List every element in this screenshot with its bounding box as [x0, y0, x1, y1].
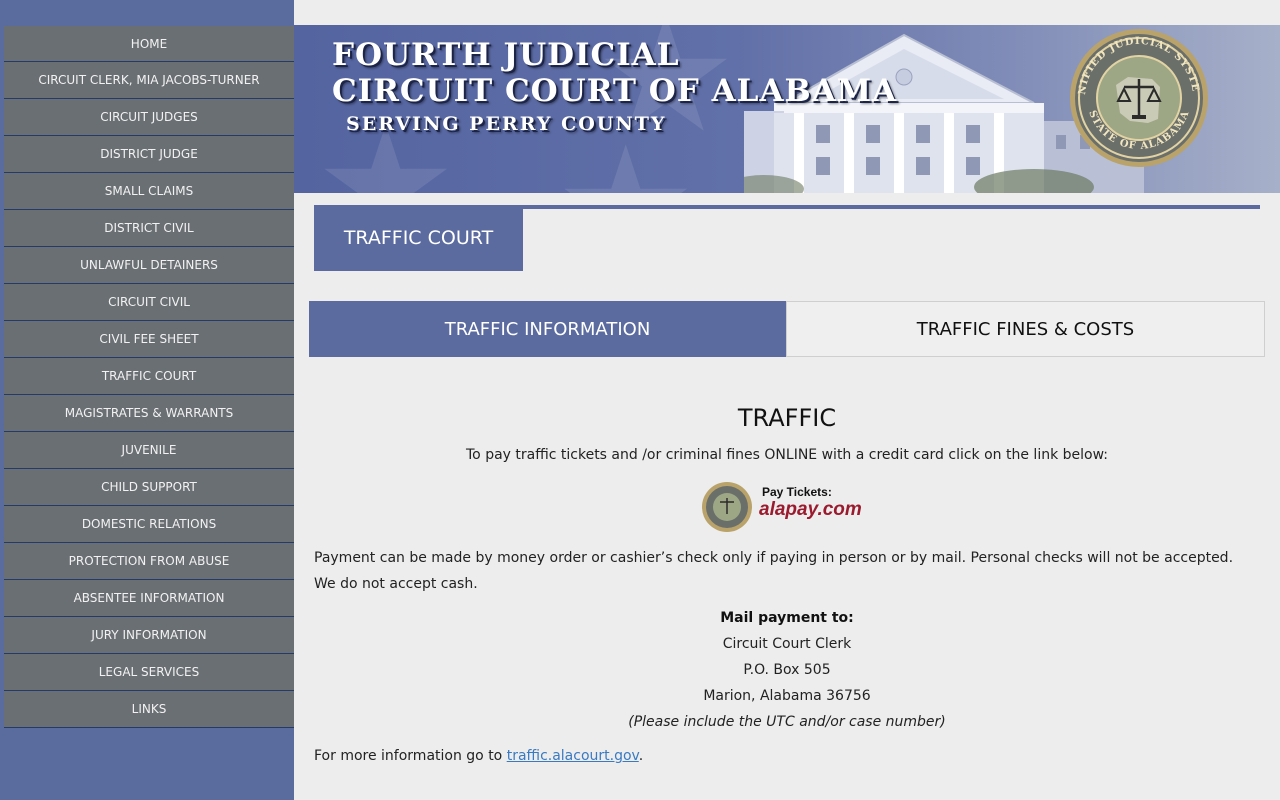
nav-item-district-civil[interactable]: DISTRICT CIVIL	[4, 210, 294, 247]
header-banner: ★ ★ ★	[294, 25, 1280, 193]
banner-subtitle: SERVING PERRY COUNTY	[346, 113, 667, 135]
banner-title-line-2: CIRCUIT COURT OF ALABAMA	[332, 73, 898, 109]
alapay-logo-text: alapay.com	[759, 499, 862, 520]
nav-item-links[interactable]: LINKS	[4, 691, 294, 728]
nav-item-child-support[interactable]: CHILD SUPPORT	[4, 469, 294, 506]
nav-item-district-judge[interactable]: DISTRICT JUDGE	[4, 136, 294, 173]
banner-title: FOURTH JUDICIAL CIRCUIT COURT OF ALABAMA…	[332, 37, 897, 135]
payment-note: Payment can be made by money order or ca…	[314, 550, 1234, 592]
nav-item-civil-fee-sheet[interactable]: CIVIL FEE SHEET	[4, 321, 294, 358]
banner-title-line-1: FOURTH JUDICIAL	[332, 37, 680, 73]
pay-tickets-label: Pay Tickets:	[762, 485, 832, 499]
nav-item-home[interactable]: HOME	[4, 26, 294, 62]
sidebar-nav: HOME CIRCUIT CLERK, MIA JACOBS-TURNER CI…	[4, 26, 294, 728]
mail-note: (Please include the UTC and/or case numb…	[628, 714, 946, 730]
mail-address-line-1: Circuit Court Clerk	[722, 636, 852, 652]
nav-item-magistrates-warrants[interactable]: MAGISTRATES & WARRANTS	[4, 395, 294, 432]
nav-item-absentee-information[interactable]: ABSENTEE INFORMATION	[4, 580, 294, 617]
nav-item-small-claims[interactable]: SMALL CLAIMS	[4, 173, 294, 210]
more-info-prefix: For more information go to	[314, 748, 507, 764]
traffic-alacourt-link[interactable]: traffic.alacourt.gov	[507, 748, 639, 764]
tab-traffic-information[interactable]: TRAFFIC INFORMATION	[309, 301, 786, 357]
nav-item-circuit-judges[interactable]: CIRCUIT JUDGES	[4, 99, 294, 136]
mail-address-line-2: P.O. Box 505	[743, 662, 831, 678]
page-heading: TRAFFIC	[737, 404, 837, 432]
unified-judicial-system-seal: UNIFIED JUDICIAL SYSTEM STATE OF ALABAMA	[1068, 27, 1208, 167]
sidebar: HOME CIRCUIT CLERK, MIA JACOBS-TURNER CI…	[0, 0, 294, 800]
nav-item-protection-from-abuse[interactable]: PROTECTION FROM ABUSE	[4, 543, 294, 580]
tab-traffic-fines-costs[interactable]: TRAFFIC FINES & COSTS	[786, 301, 1265, 357]
more-info-suffix: .	[638, 748, 644, 764]
nav-item-legal-services[interactable]: LEGAL SERVICES	[4, 654, 294, 691]
nav-item-juvenile[interactable]: JUVENILE	[4, 432, 294, 469]
nav-item-circuit-civil[interactable]: CIRCUIT CIVIL	[4, 284, 294, 321]
pay-online-intro: To pay traffic tickets and /or criminal …	[466, 447, 1108, 463]
nav-item-traffic-court[interactable]: TRAFFIC COURT	[4, 358, 294, 395]
mail-payment-heading: Mail payment to:	[720, 610, 854, 626]
section-title: TRAFFIC COURT	[314, 205, 523, 271]
star-decoration: ★	[554, 125, 697, 194]
alapay-pay-tickets-link[interactable]: Pay Tickets: alapay.com	[700, 480, 878, 534]
nav-item-domestic-relations[interactable]: DOMESTIC RELATIONS	[4, 506, 294, 543]
nav-item-jury-information[interactable]: JURY INFORMATION	[4, 617, 294, 654]
mail-address-line-3: Marion, Alabama 36756	[703, 688, 871, 704]
tab-bar: TRAFFIC INFORMATION TRAFFIC FINES & COST…	[309, 301, 1265, 357]
nav-item-unlawful-detainers[interactable]: UNLAWFUL DETAINERS	[4, 247, 294, 284]
more-info-line: For more information go to traffic.alaco…	[314, 748, 643, 764]
nav-item-circuit-clerk[interactable]: CIRCUIT CLERK, MIA JACOBS-TURNER	[4, 62, 294, 99]
